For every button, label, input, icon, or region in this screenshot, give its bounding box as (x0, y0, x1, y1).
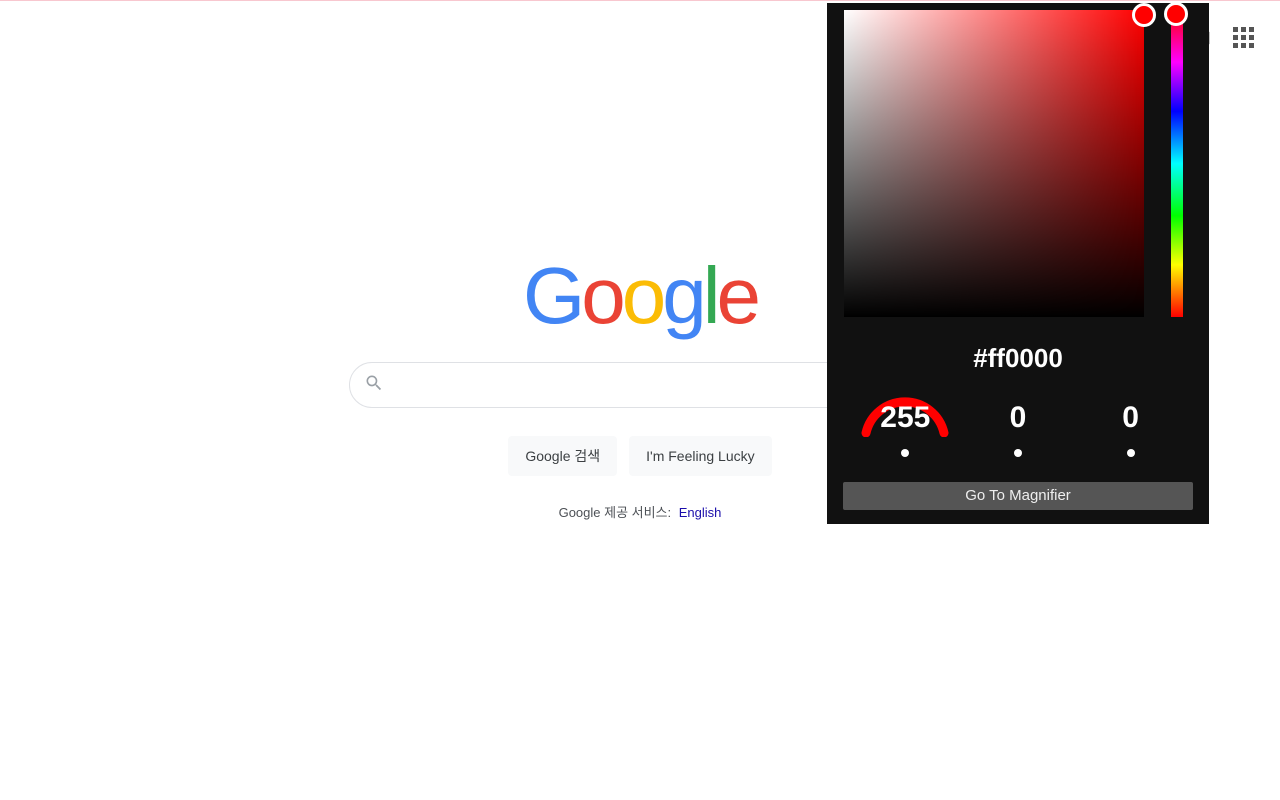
lang-link-english[interactable]: English (679, 505, 722, 520)
google-search-button[interactable]: Google 검색 (508, 436, 617, 476)
go-to-magnifier-button[interactable]: Go To Magnifier (843, 482, 1193, 510)
g-knob-dot (1014, 449, 1022, 457)
lang-prefix: Google 제공 서비스: (559, 505, 672, 520)
apps-icon[interactable] (1227, 21, 1260, 54)
b-knob-dot (1127, 449, 1135, 457)
g-value: 0 (971, 401, 1065, 435)
search-icon (364, 373, 384, 398)
language-line: Google 제공 서비스: English (559, 502, 722, 521)
hue-cursor[interactable] (1164, 2, 1188, 26)
r-knob-dot (901, 449, 909, 457)
google-logo: Google (523, 256, 757, 336)
feeling-lucky-button[interactable]: I'm Feeling Lucky (629, 436, 772, 476)
saturation-value-area[interactable] (844, 10, 1144, 317)
rgb-r-gauge[interactable]: 255 (855, 381, 955, 457)
rgb-b-gauge[interactable]: 0 (1081, 381, 1181, 457)
r-value: 255 (858, 401, 952, 435)
color-picker-panel: #ff0000 255 0 0 Go To Magnifier (827, 3, 1209, 524)
hex-value: #ff0000 (827, 343, 1209, 374)
sv-cursor[interactable] (1132, 3, 1156, 27)
search-input[interactable] (396, 376, 848, 394)
hue-slider[interactable] (1171, 10, 1183, 317)
rgb-g-gauge[interactable]: 0 (968, 381, 1068, 457)
b-value: 0 (1084, 401, 1178, 435)
